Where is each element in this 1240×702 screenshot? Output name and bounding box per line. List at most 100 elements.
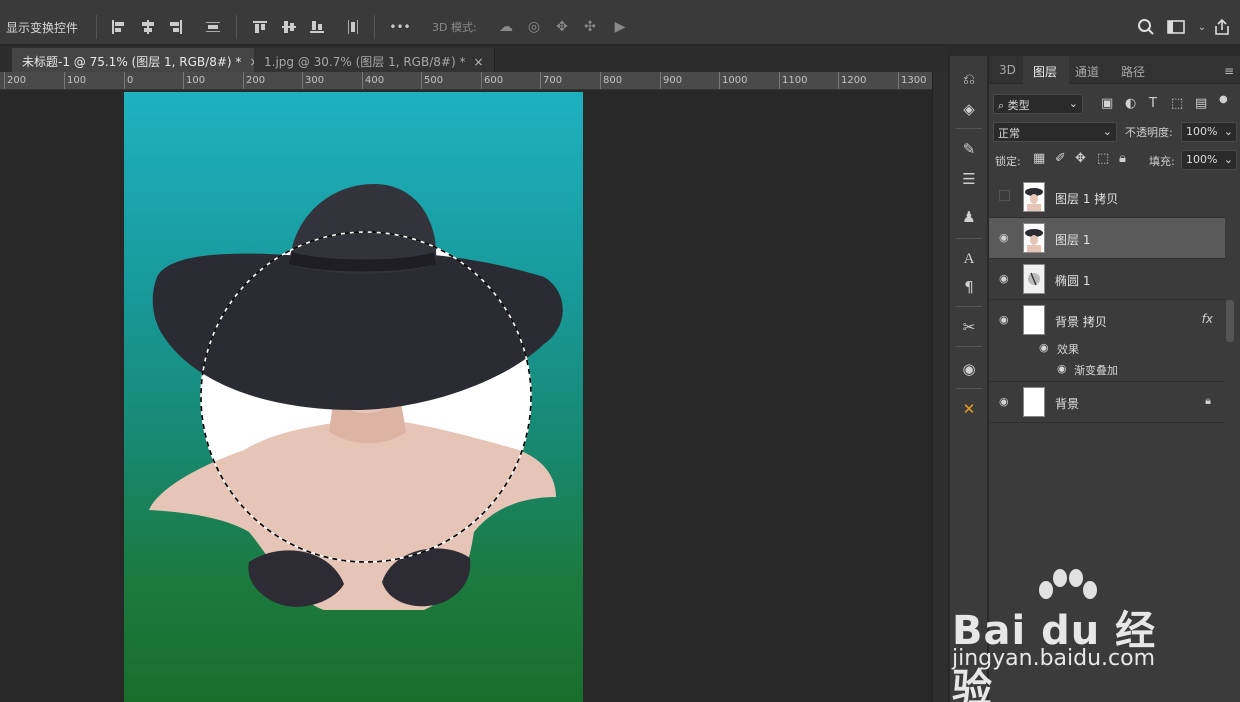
type-layer-filter-icon[interactable]: T [1149, 96, 1157, 111]
layer-name[interactable]: 图层 1 [1055, 231, 1090, 248]
eye-icon[interactable]: ◉ [1039, 341, 1049, 354]
ruler-tick: 100 [67, 75, 87, 86]
layer-filter-select[interactable]: ⌕ 类型 ⌄ [993, 94, 1083, 114]
tools-icon[interactable]: ✕ [958, 398, 980, 420]
chevron-down-icon[interactable]: ⌄ [1192, 17, 1212, 37]
align-top-icon[interactable] [250, 17, 270, 37]
panel-menu-icon[interactable]: ≡ [1224, 64, 1234, 78]
libraries-icon[interactable]: ◉ [958, 358, 980, 380]
lock-image-icon[interactable]: ✐ [1055, 151, 1066, 166]
3d-orbit-icon[interactable]: ☁ [496, 17, 516, 37]
search-icon[interactable] [1136, 17, 1156, 37]
align-bottom-icon[interactable] [307, 17, 327, 37]
effects-icon[interactable]: fx [1202, 312, 1213, 326]
ruler-tick: 700 [543, 75, 563, 86]
eye-icon[interactable]: ◉ [999, 272, 1011, 285]
opacity-field[interactable]: 100% ⌄ [1181, 122, 1237, 142]
smart-object-filter-icon[interactable]: ▤ [1195, 96, 1207, 111]
tab-paths[interactable]: 路径 [1121, 63, 1145, 80]
eye-icon[interactable]: ◉ [1057, 362, 1067, 375]
divider [374, 15, 375, 39]
shape-layer-filter-icon[interactable]: ⬚ [1171, 96, 1183, 111]
3d-roll-icon[interactable]: ◎ [524, 17, 544, 37]
tab-channels[interactable]: 通道 [1075, 63, 1099, 80]
layer-name[interactable]: 背景 [1055, 395, 1079, 412]
adjustment-layer-filter-icon[interactable]: ◐ [1125, 96, 1136, 111]
character-icon[interactable]: A [958, 248, 980, 270]
3d-camera-icon[interactable]: ▶ [610, 17, 630, 37]
paragraph-icon[interactable]: ¶ [958, 276, 980, 298]
workspace-icon[interactable] [1166, 17, 1186, 37]
pixel-layer-filter-icon[interactable]: ▣ [1101, 96, 1113, 111]
3d-slide-icon[interactable]: ✣ [580, 17, 600, 37]
ruler-tick: 900 [663, 75, 683, 86]
tab-1-jpg[interactable]: 1.jpg @ 30.7% (图层 1, RGB/8#) * × [254, 48, 495, 72]
panel-scrollbar[interactable] [1226, 300, 1234, 342]
chevron-down-icon: ⌄ [1223, 125, 1233, 138]
options-bar: 显示变换控件 ••• 3D 模式: ☁ ◎ ✥ ✣ ▶ ⌄ [0, 9, 1240, 45]
lock-artboard-icon[interactable]: ⬚ [1097, 151, 1109, 166]
panel-collapse-bar[interactable] [948, 46, 1240, 56]
gradient-overlay-label[interactable]: 渐变叠加 [1074, 362, 1118, 378]
3d-drag-icon[interactable]: ✥ [552, 17, 572, 37]
layer-row[interactable]: 图层 1 拷贝 [989, 177, 1225, 218]
blend-mode-select[interactable]: 正常 ⌄ [993, 122, 1117, 142]
eye-icon[interactable]: ◉ [999, 231, 1011, 244]
tab-label: 1.jpg @ 30.7% (图层 1, RGB/8#) * [264, 55, 466, 69]
3d-materials-icon[interactable]: ◈ [958, 98, 980, 120]
horizontal-ruler[interactable]: 200 100 0 100 200 300 400 500 600 700 80… [0, 72, 932, 90]
tab-layers[interactable]: 图层 [1033, 63, 1057, 80]
ruler-tick: 600 [484, 75, 504, 86]
lock-transparent-icon[interactable]: ▦ [1033, 151, 1045, 166]
align-right-icon[interactable] [166, 17, 186, 37]
tool-presets-icon[interactable]: ✂ [958, 316, 980, 338]
eye-icon[interactable]: ◉ [999, 395, 1011, 408]
lock-all-icon[interactable]: 🔒︎ [1119, 151, 1126, 166]
fill-label: 填充: [1149, 155, 1175, 168]
clone-source-icon[interactable]: ♟ [958, 206, 980, 228]
show-transform-controls-label[interactable]: 显示变换控件 [6, 19, 78, 36]
layer-row[interactable]: ◉ 背景 拷贝 fx ◉ 效果 ◉ 渐变叠加 [989, 300, 1225, 382]
layer-row-selected[interactable]: ◉ 图层 1 [989, 218, 1225, 259]
watermark-url: jingyan.baidu.com [952, 646, 1156, 671]
tab-3d[interactable]: 3D [999, 63, 1016, 77]
distribute-horizontal-icon[interactable] [343, 17, 363, 37]
effects-label[interactable]: 效果 [1057, 341, 1079, 357]
close-icon[interactable]: × [473, 55, 483, 69]
tab-untitled-1[interactable]: 未标题-1 @ 75.1% (图层 1, RGB/8#) *× [12, 48, 271, 72]
adjustments-icon[interactable]: ☰ [958, 168, 980, 190]
fill-field[interactable]: 100% ⌄ [1181, 150, 1237, 170]
layer-row[interactable]: ◉ 椭圆 1 [989, 259, 1225, 300]
ruler-tick: 200 [7, 75, 27, 86]
align-vertical-center-icon[interactable] [279, 17, 299, 37]
search-icon: ⌕ [998, 99, 1008, 112]
layer-thumbnail [1023, 264, 1045, 294]
align-horizontal-center-icon[interactable] [138, 17, 158, 37]
distribute-vertical-icon[interactable] [203, 17, 223, 37]
visibility-toggle[interactable] [999, 190, 1010, 201]
eye-icon[interactable]: ◉ [999, 313, 1011, 326]
layer-name[interactable]: 图层 1 拷贝 [1055, 190, 1118, 207]
vertical-scrollbar[interactable] [932, 72, 948, 702]
ruler-tick: 1300 [901, 75, 927, 86]
share-icon[interactable] [1212, 17, 1232, 37]
ruler-tick: 0 [127, 75, 134, 86]
filter-type-value: 类型 [1007, 99, 1030, 112]
layer-thumbnail [1023, 387, 1045, 417]
chevron-down-icon: ⌄ [1223, 153, 1233, 166]
filter-toggle-icon[interactable]: ● [1219, 94, 1228, 105]
layer-name[interactable]: 背景 拷贝 [1055, 313, 1107, 330]
document-canvas[interactable] [124, 92, 583, 702]
more-options-icon[interactable]: ••• [389, 17, 410, 37]
fill-value: 100% [1186, 153, 1218, 166]
lock-label: 锁定: [995, 155, 1021, 168]
portrait-artwork [149, 184, 563, 610]
history-icon[interactable]: ⎌ [958, 68, 980, 90]
layer-name[interactable]: 椭圆 1 [1055, 272, 1090, 289]
layer-row[interactable]: ◉ 背景 🔒︎ [989, 382, 1225, 423]
tab-label: 未标题-1 @ 75.1% (图层 1, RGB/8#) * [22, 55, 242, 69]
lock-position-icon[interactable]: ✥ [1075, 151, 1086, 166]
ruler-tick: 1000 [722, 75, 748, 86]
brush-settings-icon[interactable]: ✎ [958, 138, 980, 160]
align-left-icon[interactable] [108, 17, 128, 37]
